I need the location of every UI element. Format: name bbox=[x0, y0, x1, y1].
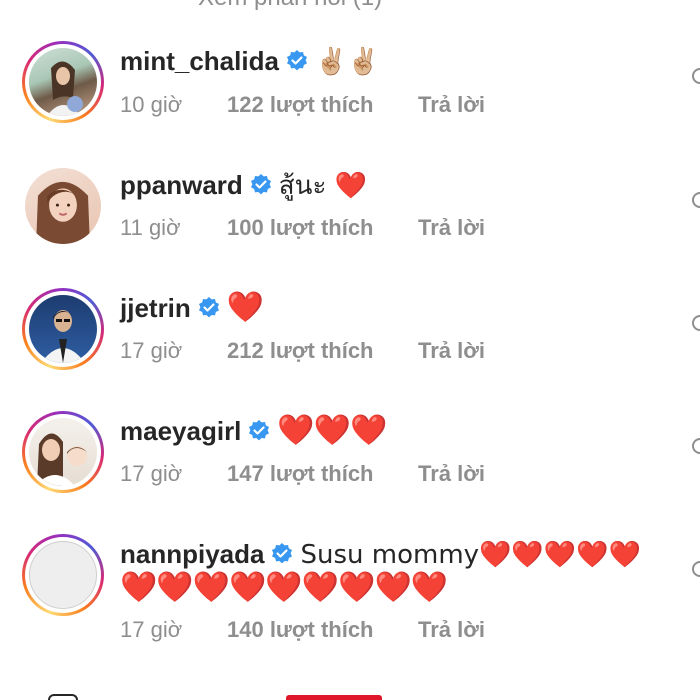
like-heart-icon[interactable] bbox=[692, 438, 700, 454]
comment-time: 17 giờ bbox=[120, 617, 183, 642]
verified-badge-icon bbox=[286, 50, 307, 71]
comment-time: 17 giờ bbox=[120, 461, 183, 486]
username[interactable]: jjetrin bbox=[120, 293, 191, 323]
like-count[interactable]: 100 lượt thích bbox=[227, 213, 374, 243]
username[interactable]: mint_chalida bbox=[120, 46, 279, 76]
comment-time: 11 giờ bbox=[120, 215, 181, 240]
view-replies-link[interactable]: Xem phản hồi (1) bbox=[198, 0, 382, 12]
reply-button[interactable]: Trả lời bbox=[418, 459, 485, 489]
comment-text: Susu mommy❤️❤️❤️❤️❤️ bbox=[300, 540, 641, 570]
avatar[interactable] bbox=[22, 411, 104, 493]
comment-line: maeyagirl ❤️❤️❤️ bbox=[120, 413, 387, 448]
username[interactable]: maeyagirl bbox=[120, 416, 241, 446]
like-heart-icon[interactable] bbox=[692, 315, 700, 331]
comment-text: ❤️ bbox=[226, 290, 264, 325]
reply-button[interactable]: Trả lời bbox=[418, 615, 485, 645]
avatar[interactable] bbox=[22, 41, 104, 123]
avatar[interactable] bbox=[22, 165, 104, 247]
comment-line: jjetrin ❤️ bbox=[120, 290, 264, 325]
reply-button[interactable]: Trả lời bbox=[418, 336, 485, 366]
reply-button[interactable]: Trả lời bbox=[418, 213, 485, 243]
reply-button[interactable]: Trả lời bbox=[418, 90, 485, 120]
verified-badge-icon bbox=[272, 543, 293, 564]
comment-line: mint_chalida ✌🏼✌🏼 bbox=[120, 44, 380, 79]
avatar[interactable] bbox=[22, 288, 104, 370]
username[interactable]: nannpiyada bbox=[120, 539, 264, 569]
verified-badge-icon bbox=[250, 174, 271, 195]
username[interactable]: ppanward bbox=[120, 170, 243, 200]
verified-badge-icon bbox=[198, 297, 219, 318]
like-heart-icon[interactable] bbox=[692, 68, 700, 84]
comment-line: ppanward สู้นะ ❤️ bbox=[120, 168, 367, 203]
like-count[interactable]: 212 lượt thích bbox=[227, 336, 374, 366]
comment-text-continued: ❤️❤️❤️❤️❤️❤️❤️❤️❤️ bbox=[120, 570, 448, 605]
like-count[interactable]: 147 lượt thích bbox=[227, 459, 374, 489]
like-count[interactable]: 140 lượt thích bbox=[227, 615, 374, 645]
comment-text: ✌🏼✌🏼 bbox=[314, 47, 380, 77]
comment-time: 17 giờ bbox=[120, 338, 183, 363]
comment-time: 10 giờ bbox=[120, 92, 183, 117]
comment-line: nannpiyada Susu mommy❤️❤️❤️❤️❤️ bbox=[120, 537, 641, 572]
like-count[interactable]: 122 lượt thích bbox=[227, 90, 374, 120]
comment-text: สู้นะ ❤️ bbox=[278, 171, 368, 201]
verified-badge-icon bbox=[249, 420, 270, 441]
avatar[interactable] bbox=[22, 534, 104, 616]
comment-text: ❤️❤️❤️ bbox=[277, 413, 387, 448]
like-heart-icon[interactable] bbox=[692, 561, 700, 577]
next-comment-partial bbox=[0, 690, 700, 700]
like-heart-icon[interactable] bbox=[692, 192, 700, 208]
